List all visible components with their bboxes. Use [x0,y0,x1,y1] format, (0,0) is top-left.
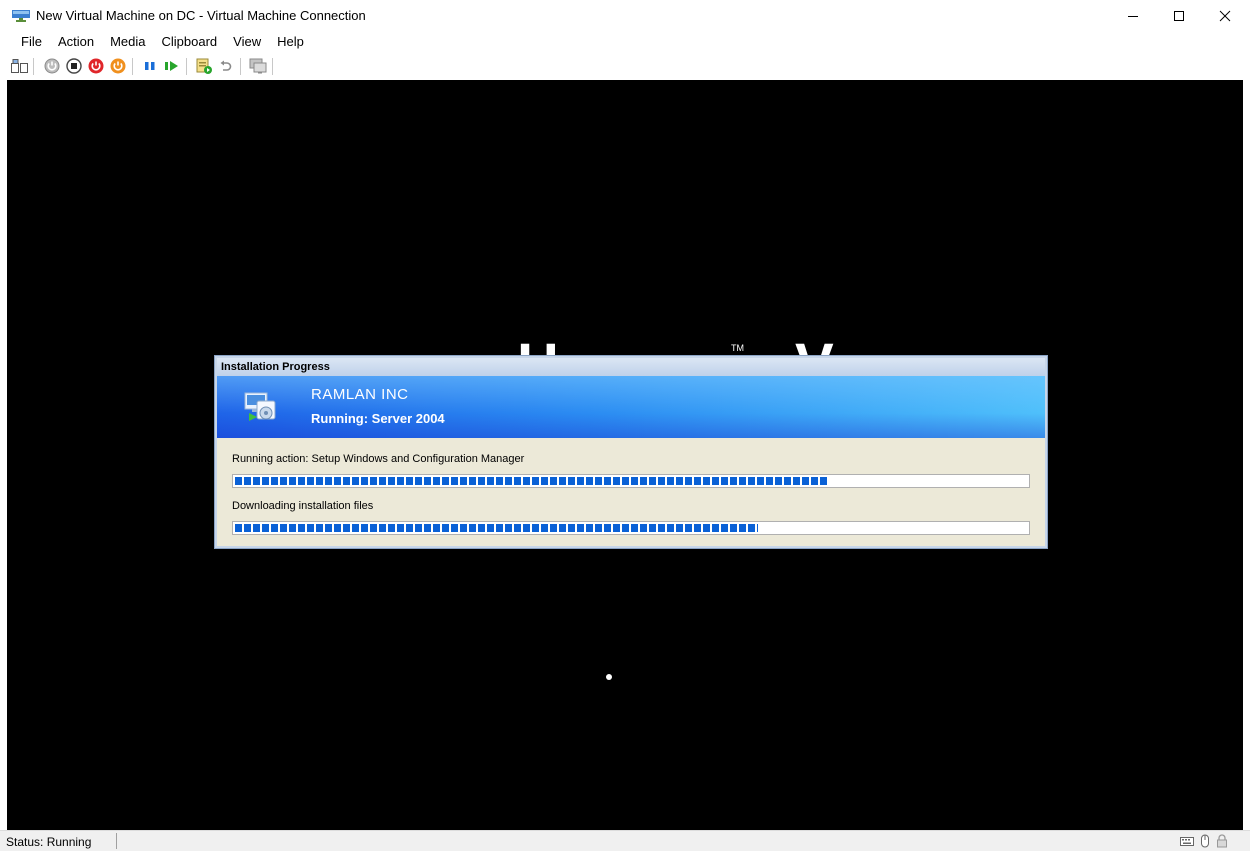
menu-clipboard[interactable]: Clipboard [154,31,226,53]
keyboard-icon [1180,837,1194,846]
checkpoint-icon [196,58,212,74]
resume-icon [165,61,178,71]
action-progress-label: Running action: Setup Windows and Config… [232,453,525,465]
shut-down-button[interactable] [86,56,106,76]
toolbar-separator [33,58,34,75]
organization-name: RAMLAN INC [311,386,409,403]
action-progress-bar [232,474,1030,488]
close-icon [1219,10,1231,21]
lock-icon [1217,834,1227,848]
hyper-v-trademark: TM [731,343,744,353]
action-progress-fill [235,477,829,485]
start-button[interactable] [42,56,62,76]
toolbar-separator [272,58,273,75]
title-bar: New Virtual Machine on DC - Virtual Mach… [0,0,1250,31]
dialog-banner: RAMLAN INC Running: Server 2004 [217,376,1045,438]
save-button[interactable] [108,56,128,76]
close-button[interactable] [1202,0,1248,31]
download-progress-label: Downloading installation files [232,500,374,512]
minimize-icon [1128,15,1138,17]
enhanced-session-icon [249,58,267,74]
installer-icon [244,392,276,421]
dialog-caption: Installation Progress [217,358,1045,376]
menu-view[interactable]: View [225,31,269,53]
vm-display[interactable]: H V TM Installation Progress RAMLAN INC … [7,80,1243,830]
menu-bar: File Action Media Clipboard View Help [0,31,1250,53]
save-icon [110,58,126,74]
dialog-body: Running action: Setup Windows and Config… [217,438,1045,546]
enhanced-session-button[interactable] [248,56,268,76]
ctrl-alt-del-icon [10,59,28,73]
download-progress-fill [235,524,758,532]
maximize-button[interactable] [1156,0,1202,31]
status-separator [116,833,117,849]
turn-off-icon [66,58,82,74]
menu-help[interactable]: Help [269,31,312,53]
menu-media[interactable]: Media [102,31,153,53]
resume-button[interactable] [162,56,182,76]
mouse-icon [1201,834,1209,848]
ctrl-alt-del-button[interactable] [9,56,29,76]
turn-off-button[interactable] [64,56,84,76]
shut-down-icon [88,58,104,74]
minimize-button[interactable] [1110,0,1156,31]
vm-status: Status: Running [6,835,92,849]
running-task-sequence: Running: Server 2004 [311,411,445,426]
toolbar-separator [186,58,187,75]
menu-action[interactable]: Action [50,31,102,53]
pause-button[interactable] [140,56,160,76]
revert-button[interactable] [216,56,236,76]
pause-icon [145,62,155,70]
toolbar-separator [240,58,241,75]
menu-file[interactable]: File [13,31,50,53]
mouse-cursor-dot [606,674,612,680]
installation-progress-dialog: Installation Progress RAMLAN INC Running… [214,355,1048,549]
revert-icon [220,60,232,71]
toolbar-separator [132,58,133,75]
start-icon [44,58,60,74]
window-title: New Virtual Machine on DC - Virtual Mach… [36,8,366,23]
hyper-v-vm-icon [12,10,30,22]
status-bar: Status: Running [0,830,1250,851]
maximize-icon [1174,10,1184,21]
toolbar [0,53,1250,80]
download-progress-bar [232,521,1030,535]
checkpoint-button[interactable] [194,56,214,76]
